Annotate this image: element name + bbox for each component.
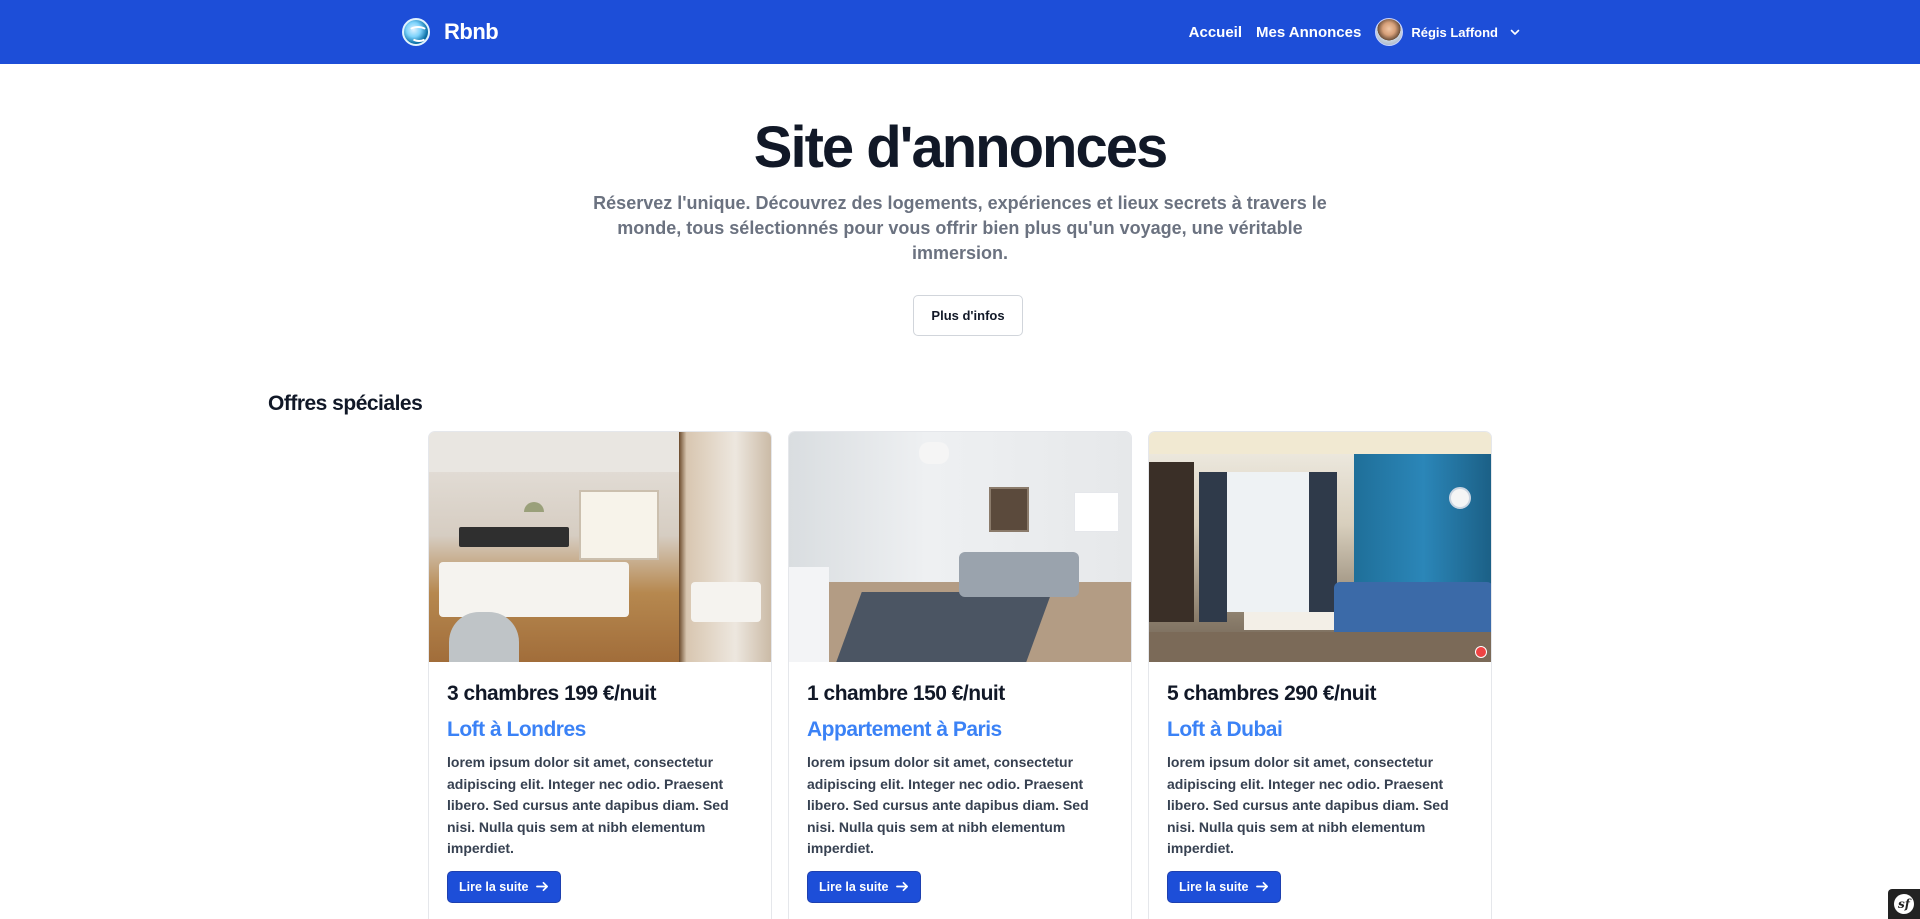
read-more-button[interactable]: Lire la suite bbox=[1167, 870, 1282, 903]
nav-link-mes-annonces[interactable]: Mes Annonces bbox=[1256, 24, 1361, 41]
card-subtitle[interactable]: Loft à Londres bbox=[447, 718, 753, 742]
listing-photo bbox=[1149, 432, 1491, 662]
card-body: 3 chambres 199 €/nuit Loft à Londres lor… bbox=[429, 662, 771, 903]
read-more-button[interactable]: Lire la suite bbox=[447, 870, 562, 903]
chevron-down-icon bbox=[1510, 29, 1520, 35]
nav-link-accueil[interactable]: Accueil bbox=[1189, 24, 1242, 41]
read-more-label: Lire la suite bbox=[819, 879, 889, 894]
arrow-right-icon bbox=[1256, 881, 1269, 892]
debug-toolbar-toggle[interactable]: sf bbox=[1888, 889, 1920, 919]
card-title: 5 chambres 290 €/nuit bbox=[1167, 682, 1376, 705]
card-description: lorem ipsum dolor sit amet, consectetur … bbox=[447, 754, 729, 856]
offer-card: 1 chambre 150 €/nuit Appartement à Paris… bbox=[788, 431, 1132, 919]
listing-photo bbox=[429, 432, 771, 662]
nav-links: Accueil Mes Annonces Régis Laffond bbox=[1189, 0, 1520, 64]
section-title: Offres spéciales bbox=[268, 392, 423, 415]
page-title: Site d'annonces bbox=[753, 115, 1168, 180]
brand-link[interactable]: Rbnb bbox=[402, 18, 499, 46]
read-more-label: Lire la suite bbox=[1179, 879, 1249, 894]
offers-list: 3 chambres 199 €/nuit Loft à Londres lor… bbox=[428, 431, 1492, 919]
listing-photo bbox=[789, 432, 1131, 662]
more-info-button[interactable]: Plus d'infos bbox=[913, 295, 1023, 336]
user-menu-toggle[interactable]: Régis Laffond bbox=[1375, 18, 1520, 46]
offer-card: 5 chambres 290 €/nuit Loft à Dubai lorem… bbox=[1148, 431, 1492, 919]
symfony-icon: sf bbox=[1894, 894, 1914, 914]
read-more-label: Lire la suite bbox=[459, 879, 529, 894]
card-body: 5 chambres 290 €/nuit Loft à Dubai lorem… bbox=[1149, 662, 1491, 903]
card-title: 3 chambres 199 €/nuit bbox=[447, 682, 656, 705]
card-title: 1 chambre 150 €/nuit bbox=[807, 682, 1005, 705]
arrow-right-icon bbox=[536, 881, 549, 892]
card-description: lorem ipsum dolor sit amet, consectetur … bbox=[1167, 754, 1449, 856]
user-name: Régis Laffond bbox=[1411, 24, 1498, 40]
avatar bbox=[1375, 18, 1404, 46]
offer-card: 3 chambres 199 €/nuit Loft à Londres lor… bbox=[428, 431, 772, 919]
card-subtitle[interactable]: Loft à Dubai bbox=[1167, 718, 1473, 742]
card-body: 1 chambre 150 €/nuit Appartement à Paris… bbox=[789, 662, 1131, 903]
card-subtitle[interactable]: Appartement à Paris bbox=[807, 718, 1113, 742]
hero-subtitle: Réservez l'unique. Découvrez des logemen… bbox=[593, 193, 1327, 263]
notification-badge bbox=[1475, 646, 1487, 658]
brand-name: Rbnb bbox=[444, 19, 499, 44]
top-navbar: Rbnb Accueil Mes Annonces Régis Laffond bbox=[0, 0, 1920, 64]
arrow-right-icon bbox=[896, 881, 909, 892]
read-more-button[interactable]: Lire la suite bbox=[807, 870, 922, 903]
card-description: lorem ipsum dolor sit amet, consectetur … bbox=[807, 754, 1089, 856]
globe-logo-icon bbox=[402, 18, 430, 46]
